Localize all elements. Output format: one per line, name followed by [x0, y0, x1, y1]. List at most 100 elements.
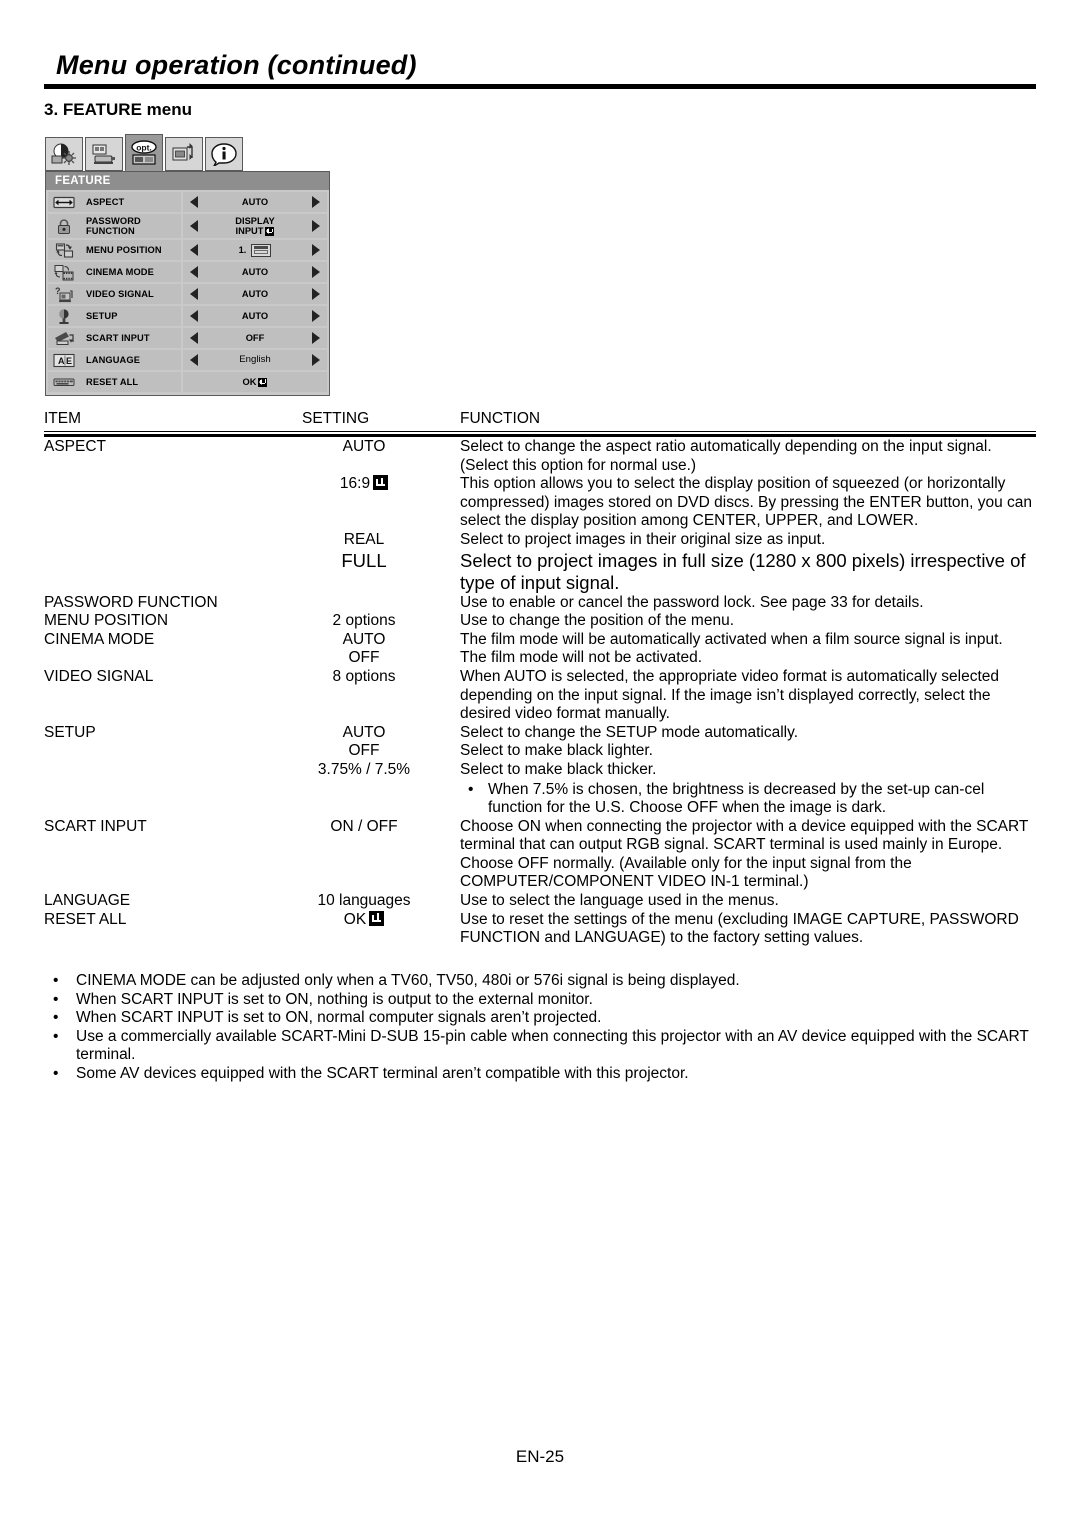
aspect-icon: [48, 192, 80, 212]
setting-text: OK: [343, 910, 367, 928]
cell-setting: 16:9: [284, 475, 444, 494]
table-row: MENU POSITION 2 options Use to change the …: [44, 612, 1036, 631]
osd-control-menu-position[interactable]: 1.: [183, 240, 327, 260]
osd-row-menu-position[interactable]: MENU POSITION 1.: [48, 240, 327, 260]
setting-text: 8 options: [332, 667, 396, 685]
osd-row-cinema-mode[interactable]: CINEMA MODE AUTO: [48, 262, 327, 282]
table-row: 16:9 This option allows you to select the…: [44, 475, 1036, 531]
feature-settings-table: ITEM SETTING FUNCTION ASPECT AUTO Select t…: [44, 410, 1036, 946]
left-arrow-icon[interactable]: [183, 309, 205, 323]
osd-control-scart-input[interactable]: OFF: [183, 328, 327, 348]
osd-row-scart-input[interactable]: SCART INPUT OFF: [48, 328, 327, 348]
osd-control-setup[interactable]: AUTO: [183, 306, 327, 326]
right-arrow-icon[interactable]: [305, 195, 327, 209]
cell-item: RESET ALL: [44, 910, 127, 928]
setting-text: AUTO: [342, 438, 386, 455]
function-text: Select to make black thicker.: [460, 760, 657, 778]
osd-menu-title: FEATURE: [55, 175, 111, 187]
note-item: • Some AV devices equipped with the SCART…: [44, 1065, 1036, 1084]
cell-item: ASPECT: [44, 438, 107, 455]
osd-label-password-function: PASSWORD FUNCTION: [80, 214, 181, 238]
function-text: Use to change the position of the menu.: [460, 612, 735, 630]
left-arrow-icon[interactable]: [183, 219, 205, 233]
left-arrow-icon[interactable]: [183, 353, 205, 367]
right-arrow-icon[interactable]: [305, 287, 327, 301]
osd-control-reset-all[interactable]: OK: [183, 372, 327, 392]
setting-text: OFF: [348, 742, 380, 760]
table-row: FULL Select to project images in full siz…: [44, 550, 1036, 594]
osd-value-cinema-mode: AUTO: [205, 267, 305, 278]
cell-setting: AUTO: [284, 438, 444, 457]
osd-menu-header: FEATURE: [45, 171, 330, 190]
scart-input-icon: [48, 328, 80, 348]
cell-setting: FULL: [284, 550, 444, 572]
function-text: Use to enable or cancel the password loc…: [460, 593, 924, 611]
osd-row-setup[interactable]: SETUP AUTO: [48, 306, 327, 326]
osd-control-password-function[interactable]: DISPLAY INPUT: [183, 214, 327, 238]
function-text: Select to change the aspect ratio automa…: [460, 438, 992, 474]
cell-function: Use to reset the settings of the menu (e…: [460, 911, 1036, 948]
function-text: Choose ON when connecting the projector …: [460, 817, 1029, 891]
manual-page: Menu operation (continued) 3. FEATURE me…: [0, 0, 1080, 1530]
page-footer: EN-25: [0, 1447, 1080, 1467]
right-arrow-icon[interactable]: [305, 265, 327, 279]
enter-key-icon: [265, 226, 275, 236]
notes-list: • CINEMA MODE can be adjusted only when a…: [44, 972, 1036, 1084]
cell-setting: AUTO: [284, 724, 444, 743]
osd-label-text-line1: PASSWORD: [86, 215, 141, 226]
right-arrow-icon[interactable]: [305, 353, 327, 367]
note-item: • Use a commercially available SCART-Mini…: [44, 1028, 1036, 1065]
osd-row-password-function[interactable]: PASSWORD FUNCTION DISPLAY INPUT: [48, 214, 327, 238]
osd-row-language[interactable]: A E LANGUAGE English: [48, 350, 327, 370]
cell-function: This option allows you to select the dis…: [460, 475, 1036, 531]
osd-label-aspect: ASPECT: [80, 192, 181, 212]
right-arrow-icon[interactable]: [305, 309, 327, 323]
osd-row-reset-all[interactable]: RESET ALL OK: [48, 372, 327, 392]
osd-tab-strip: opt.: [45, 133, 330, 171]
setting-text: REAL: [343, 530, 385, 548]
table-row: SETUP AUTO Select to change the SETUP mode…: [44, 724, 1036, 743]
osd-tab-image: [45, 137, 83, 171]
function-subnote: • When 7.5% is chosen, the brightness is …: [460, 781, 1036, 818]
video-signal-icon: ?: [48, 284, 80, 304]
cell-setting: AUTO: [284, 631, 444, 650]
left-arrow-icon[interactable]: [183, 265, 205, 279]
right-arrow-icon[interactable]: [305, 331, 327, 345]
function-text: Select to project images in full size (1…: [460, 549, 1026, 593]
bullet-glyph: •: [53, 1027, 59, 1045]
right-arrow-icon[interactable]: [305, 219, 327, 233]
setting-text: 10 languages: [317, 892, 411, 910]
osd-label-text-line2: FUNCTION: [86, 226, 135, 236]
osd-value-text: AUTO: [241, 288, 269, 299]
section-heading: 3. FEATURE menu: [44, 100, 192, 119]
osd-value-setup: AUTO: [205, 311, 305, 322]
osd-control-language[interactable]: English: [183, 350, 327, 370]
osd-value-row: 1.: [238, 243, 272, 257]
cell-function: Use to change the position of the menu.: [460, 612, 1036, 631]
menu-position-preview-icon: [251, 243, 272, 257]
osd-value-text: 1.: [238, 244, 247, 255]
osd-control-video-signal[interactable]: AUTO: [183, 284, 327, 304]
note-text: Some AV devices equipped with the SCART …: [76, 1064, 689, 1082]
cell-function: The film mode will not be activated.: [460, 649, 1036, 668]
left-arrow-icon[interactable]: [183, 331, 205, 345]
left-arrow-icon[interactable]: [183, 287, 205, 301]
osd-control-aspect[interactable]: AUTO: [183, 192, 327, 212]
note-text: CINEMA MODE can be adjusted only when a …: [76, 972, 740, 989]
osd-label-text: SCART INPUT: [86, 332, 150, 343]
osd-row-aspect[interactable]: ASPECT AUTO: [48, 192, 327, 212]
function-text: Select to make black lighter.: [460, 742, 653, 760]
osd-value-aspect: AUTO: [205, 197, 305, 208]
setting-text: 3.75% / 7.5%: [317, 760, 411, 778]
cell-item: SCART INPUT: [44, 817, 147, 835]
cell-function: Select to make black thicker. • When 7.5% …: [460, 761, 1036, 818]
osd-control-cinema-mode[interactable]: AUTO: [183, 262, 327, 282]
osd-label-text: CINEMA MODE: [86, 266, 154, 277]
osd-label-scart-input: SCART INPUT: [80, 328, 181, 348]
note-item: • When SCART INPUT is set to ON, nothing …: [44, 991, 1036, 1010]
osd-row-video-signal[interactable]: ? VIDEO SIGNAL AUTO: [48, 284, 327, 304]
function-text: The film mode will be automatically acti…: [460, 630, 1003, 648]
left-arrow-icon[interactable]: [183, 243, 205, 257]
left-arrow-icon[interactable]: [183, 195, 205, 209]
right-arrow-icon[interactable]: [305, 243, 327, 257]
